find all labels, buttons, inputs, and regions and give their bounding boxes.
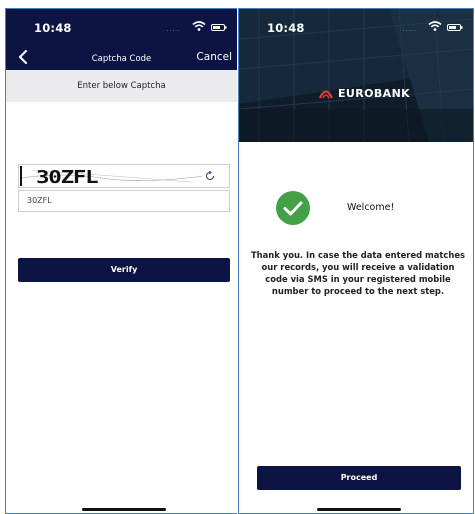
captcha-container: 30ZFL bbox=[18, 164, 230, 188]
proceed-button[interactable]: Proceed bbox=[257, 466, 461, 490]
brand-name: EUROBANK bbox=[338, 87, 411, 100]
status-bar: 10:48 ..... bbox=[239, 9, 473, 37]
cancel-button[interactable]: Cancel bbox=[196, 51, 232, 63]
welcome-row: Welcome! bbox=[239, 188, 473, 228]
brand-logo: EUROBANK bbox=[319, 87, 410, 100]
home-indicator bbox=[82, 508, 166, 511]
captcha-screen: 10:48 ..... Captcha Code Cancel Enter be… bbox=[5, 8, 237, 514]
welcome-screen: 10:48 ..... EUROBANK Welcome! Thank you.… bbox=[238, 8, 474, 514]
status-time: 10:48 bbox=[267, 21, 305, 35]
confirmation-message: Thank you. In case the data entered matc… bbox=[250, 250, 466, 296]
signal-icon: ..... bbox=[402, 26, 417, 33]
status-time: 10:48 bbox=[34, 21, 72, 35]
captcha-input[interactable]: 30ZFL bbox=[18, 190, 230, 212]
wifi-icon bbox=[192, 21, 206, 31]
refresh-icon[interactable] bbox=[205, 171, 215, 181]
brand-header: 10:48 ..... EUROBANK bbox=[239, 9, 473, 142]
status-bar: 10:48 ..... bbox=[6, 9, 237, 37]
eurobank-logo-icon bbox=[319, 89, 333, 98]
captcha-image: 30ZFL bbox=[20, 166, 202, 186]
signal-icon: ..... bbox=[166, 26, 181, 33]
check-circle-icon bbox=[276, 191, 310, 225]
verify-button[interactable]: Verify bbox=[18, 258, 230, 282]
home-indicator bbox=[317, 508, 401, 511]
wifi-icon bbox=[428, 21, 442, 31]
nav-bar: 10:48 ..... Captcha Code Cancel bbox=[6, 9, 237, 70]
captcha-form: 30ZFL 30ZFL Verify bbox=[6, 102, 237, 513]
captcha-text: 30ZFL bbox=[36, 167, 99, 186]
welcome-heading: Welcome! bbox=[347, 202, 395, 213]
battery-icon bbox=[447, 24, 463, 31]
battery-icon bbox=[211, 24, 227, 31]
captcha-prompt: Enter below Captcha bbox=[6, 70, 237, 102]
